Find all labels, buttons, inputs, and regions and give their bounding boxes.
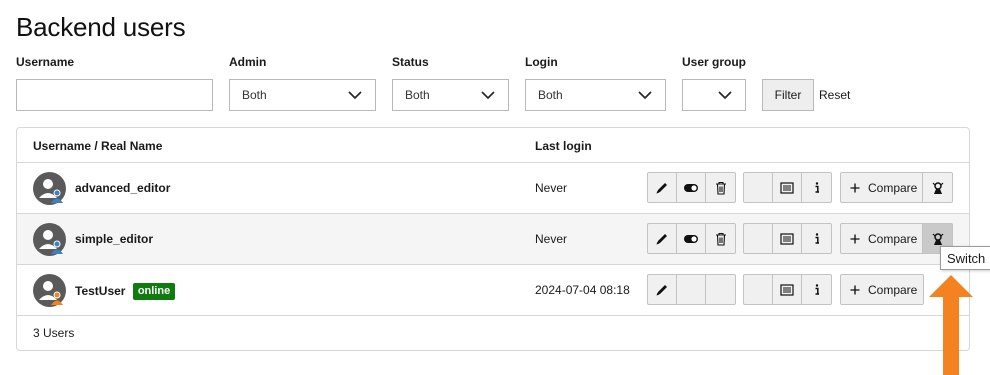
table-row: advanced_editor Never Compare <box>17 163 969 214</box>
list-button[interactable] <box>773 173 802 202</box>
info-icon <box>815 283 819 295</box>
compare-label: Compare <box>868 282 918 297</box>
status-filter-label: Status <box>392 55 429 69</box>
username[interactable]: simple_editor <box>75 232 153 246</box>
compare-button[interactable]: Compare <box>841 275 923 304</box>
users-table: Username / Real Name Last login advanced… <box>16 127 970 351</box>
trash-icon <box>715 181 726 195</box>
switch-user-icon <box>932 181 943 194</box>
status-filter-select[interactable]: Both <box>392 79 509 111</box>
admin-filter-select[interactable]: Both <box>229 79 376 111</box>
reset-link[interactable]: Reset <box>819 88 850 102</box>
compare-label: Compare <box>868 231 918 246</box>
empty-action-slot <box>706 275 735 304</box>
plus-icon <box>850 234 860 243</box>
info-actions-group <box>743 223 832 254</box>
edit-button[interactable] <box>648 173 677 202</box>
list-button[interactable] <box>773 224 802 253</box>
switch-user-tooltip: Switch <box>940 246 990 270</box>
edit-actions-group <box>647 172 736 203</box>
edit-button[interactable] <box>648 275 677 304</box>
info-button[interactable] <box>802 275 831 304</box>
table-row: TestUser online 2024-07-04 08:18 Compare <box>17 265 969 316</box>
empty-action-slot <box>744 275 773 304</box>
chevron-down-icon <box>638 91 652 100</box>
login-filter-select[interactable]: Both <box>525 79 666 111</box>
compare-actions-group: Compare <box>840 172 953 203</box>
plus-icon <box>850 183 860 192</box>
avatar-icon <box>33 223 66 256</box>
disable-toggle-button[interactable] <box>677 173 706 202</box>
info-button[interactable] <box>802 173 831 202</box>
info-actions-group <box>743 274 832 305</box>
last-login-value: Never <box>535 232 568 246</box>
avatar-icon <box>33 172 66 205</box>
trash-icon <box>715 232 726 246</box>
column-header-last-login: Last login <box>535 139 592 153</box>
compare-button[interactable]: Compare <box>841 173 923 202</box>
edit-actions-group <box>647 274 736 305</box>
chevron-down-icon <box>481 91 495 100</box>
online-badge: online <box>132 283 176 300</box>
info-actions-group <box>743 172 832 203</box>
admin-filter-label: Admin <box>229 55 267 69</box>
toggle-icon <box>684 234 698 243</box>
switch-user-icon <box>932 232 943 245</box>
switch-user-button[interactable] <box>923 173 952 202</box>
compare-actions-group: Compare <box>840 223 953 254</box>
edit-icon <box>656 182 667 193</box>
empty-action-slot <box>744 224 773 253</box>
list-button[interactable] <box>773 275 802 304</box>
compare-label: Compare <box>868 180 918 195</box>
username-filter-label: Username <box>16 55 75 69</box>
list-icon <box>780 232 794 245</box>
compare-button[interactable]: Compare <box>841 224 923 253</box>
admin-filter-value: Both <box>242 88 267 102</box>
last-login-value: 2024-07-04 08:18 <box>535 283 630 297</box>
list-icon <box>780 283 794 296</box>
users-count: 3 Users <box>33 326 75 340</box>
edit-button[interactable] <box>648 224 677 253</box>
empty-action-slot <box>677 275 706 304</box>
filter-button[interactable]: Filter <box>762 79 814 111</box>
toggle-icon <box>684 183 698 192</box>
empty-action-slot <box>744 173 773 202</box>
edit-icon <box>656 284 667 295</box>
list-icon <box>780 181 794 194</box>
username[interactable]: TestUser <box>75 284 125 298</box>
disable-toggle-button[interactable] <box>677 224 706 253</box>
username[interactable]: advanced_editor <box>75 181 170 195</box>
user-group-filter-label: User group <box>682 55 747 69</box>
column-header-name: Username / Real Name <box>33 139 163 153</box>
info-icon <box>815 232 819 244</box>
delete-button[interactable] <box>706 224 735 253</box>
plus-icon <box>850 285 860 294</box>
last-login-value: Never <box>535 181 568 195</box>
edit-actions-group <box>647 223 736 254</box>
table-header: Username / Real Name Last login <box>17 128 969 163</box>
info-icon <box>815 181 819 193</box>
table-row: simple_editor Never Compare <box>17 214 969 265</box>
avatar-icon <box>33 274 66 307</box>
delete-button[interactable] <box>706 173 735 202</box>
chevron-down-icon <box>718 91 732 100</box>
user-group-filter-select[interactable] <box>682 79 746 111</box>
status-filter-value: Both <box>405 88 430 102</box>
login-filter-label: Login <box>525 55 558 69</box>
page-title: Backend users <box>16 12 186 42</box>
chevron-down-icon <box>348 91 362 100</box>
annotation-arrow <box>929 275 973 375</box>
edit-icon <box>656 233 667 244</box>
info-button[interactable] <box>802 224 831 253</box>
login-filter-value: Both <box>538 88 563 102</box>
username-filter-input[interactable] <box>16 79 213 111</box>
compare-actions-group: Compare <box>840 274 924 305</box>
